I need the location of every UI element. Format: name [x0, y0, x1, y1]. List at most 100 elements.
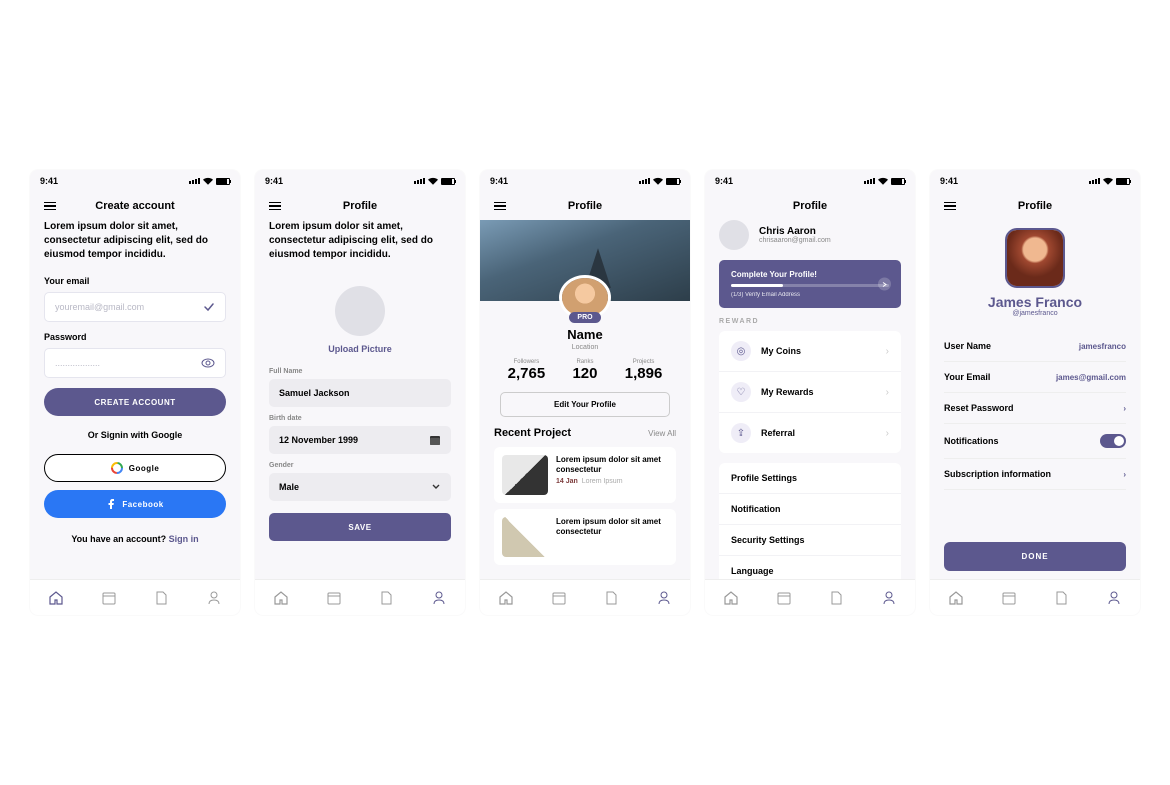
nav-home-icon[interactable]	[948, 590, 964, 606]
menu-icon[interactable]	[44, 202, 56, 211]
page-title: Create account	[95, 200, 174, 212]
google-signin-button[interactable]: Google	[44, 454, 226, 482]
battery-icon	[216, 178, 230, 185]
chevron-right-icon: ›	[1123, 470, 1126, 479]
birth-label: Birth date	[269, 415, 451, 422]
done-button[interactable]: DONE	[944, 542, 1126, 571]
project-card[interactable]: Lorem ipsum dolor sit amet consectetur 1…	[494, 447, 676, 503]
heart-icon: ♡	[731, 382, 751, 402]
upload-icon: ⇪	[731, 423, 751, 443]
password-field[interactable]	[44, 348, 226, 378]
or-signin-text: Or Signin with Google	[44, 430, 226, 440]
nav-user-icon[interactable]	[206, 590, 222, 606]
setting-subscription[interactable]: Subscription information›	[944, 459, 1126, 490]
stat-followers: Followers2,765	[508, 359, 546, 382]
chevron-right-icon: ›	[886, 387, 889, 398]
password-input[interactable]	[55, 358, 201, 368]
facebook-signin-button[interactable]: Facebook	[44, 490, 226, 518]
toggle-switch[interactable]	[1100, 434, 1126, 448]
nav-doc-icon[interactable]	[603, 590, 619, 606]
nav-doc-icon[interactable]	[828, 590, 844, 606]
avatar[interactable]	[719, 220, 749, 250]
name-field[interactable]: Samuel Jackson	[269, 379, 451, 407]
nav-calendar-icon[interactable]	[776, 590, 792, 606]
profile-name: James Franco	[944, 294, 1126, 310]
project-title: Lorem ipsum dolor sit amet consectetur	[556, 517, 668, 536]
setting-profile[interactable]: Profile Settings	[719, 463, 901, 494]
setting-reset-password[interactable]: Reset Password›	[944, 393, 1126, 424]
setting-notifications[interactable]: Notifications	[944, 424, 1126, 459]
signal-icon	[864, 178, 875, 184]
nav-calendar-icon[interactable]	[101, 590, 117, 606]
page-title: Profile	[1018, 200, 1052, 212]
nav-home-icon[interactable]	[48, 590, 64, 606]
nav-doc-icon[interactable]	[1053, 590, 1069, 606]
chevron-down-icon	[431, 482, 441, 492]
status-bar: 9:41	[930, 170, 1140, 192]
nav-doc-icon[interactable]	[378, 590, 394, 606]
setting-security[interactable]: Security Settings	[719, 525, 901, 556]
nav-doc-icon[interactable]	[153, 590, 169, 606]
email-label: Your email	[44, 276, 226, 286]
wifi-icon	[878, 177, 888, 185]
nav-home-icon[interactable]	[723, 590, 739, 606]
nav-calendar-icon[interactable]	[1001, 590, 1017, 606]
google-icon	[111, 462, 123, 474]
stats-row: Followers2,765 Ranks120 Projects1,896	[480, 359, 690, 382]
setting-username[interactable]: User Namejamesfranco	[944, 331, 1126, 362]
create-account-button[interactable]: CREATE ACCOUNT	[44, 388, 226, 416]
facebook-icon	[106, 499, 116, 509]
menu-icon[interactable]	[269, 202, 281, 211]
check-icon	[203, 301, 215, 313]
coin-icon: ◎	[731, 341, 751, 361]
eye-icon[interactable]	[201, 358, 215, 368]
reward-coins[interactable]: ◎My Coins›	[719, 331, 901, 372]
edit-profile-button[interactable]: Edit Your Profile	[500, 392, 670, 417]
nav-user-icon[interactable]	[656, 590, 672, 606]
setting-language[interactable]: Language	[719, 556, 901, 579]
status-time: 9:41	[490, 176, 508, 186]
view-all-link[interactable]: View All	[648, 429, 676, 438]
profile-name: Name	[480, 327, 690, 342]
chevron-right-icon: ›	[886, 428, 889, 439]
wifi-icon	[428, 177, 438, 185]
nav-user-icon[interactable]	[1106, 590, 1122, 606]
status-bar: 9:41	[30, 170, 240, 192]
birth-field[interactable]: 12 November 1999	[269, 426, 451, 454]
menu-icon[interactable]	[944, 202, 956, 211]
signal-icon	[639, 178, 650, 184]
wifi-icon	[203, 177, 213, 185]
project-date: 14 Jan	[556, 478, 578, 485]
battery-icon	[441, 178, 455, 185]
avatar-placeholder[interactable]	[335, 286, 385, 336]
nav-home-icon[interactable]	[498, 590, 514, 606]
recent-title: Recent Project	[494, 427, 571, 439]
nav-calendar-icon[interactable]	[326, 590, 342, 606]
reward-referral[interactable]: ⇪Referral›	[719, 413, 901, 453]
status-time: 9:41	[40, 176, 58, 186]
email-field[interactable]	[44, 292, 226, 322]
calendar-icon	[429, 434, 441, 446]
status-time: 9:41	[940, 176, 958, 186]
reward-rewards[interactable]: ♡My Rewards›	[719, 372, 901, 413]
save-button[interactable]: SAVE	[269, 513, 451, 541]
signin-link[interactable]: Sign in	[169, 534, 199, 544]
nav-user-icon[interactable]	[881, 590, 897, 606]
upload-picture-link[interactable]: Upload Picture	[269, 344, 451, 354]
description: Lorem ipsum dolor sit amet, consectetur …	[269, 220, 451, 262]
google-button-label: Google	[129, 464, 160, 473]
avatar[interactable]	[1005, 228, 1065, 288]
nav-user-icon[interactable]	[431, 590, 447, 606]
reward-section-label: REWARD	[719, 318, 901, 325]
facebook-button-label: Facebook	[122, 500, 163, 509]
setting-email[interactable]: Your Emailjames@gmail.com	[944, 362, 1126, 393]
setting-notification[interactable]: Notification	[719, 494, 901, 525]
gender-label: Gender	[269, 462, 451, 469]
project-card[interactable]: Lorem ipsum dolor sit amet consectetur	[494, 509, 676, 565]
nav-home-icon[interactable]	[273, 590, 289, 606]
email-input[interactable]	[55, 302, 203, 312]
gender-field[interactable]: Male	[269, 473, 451, 501]
nav-calendar-icon[interactable]	[551, 590, 567, 606]
menu-icon[interactable]	[494, 202, 506, 211]
complete-profile-card[interactable]: Complete Your Profile! (1/3) Verify Emai…	[719, 260, 901, 308]
